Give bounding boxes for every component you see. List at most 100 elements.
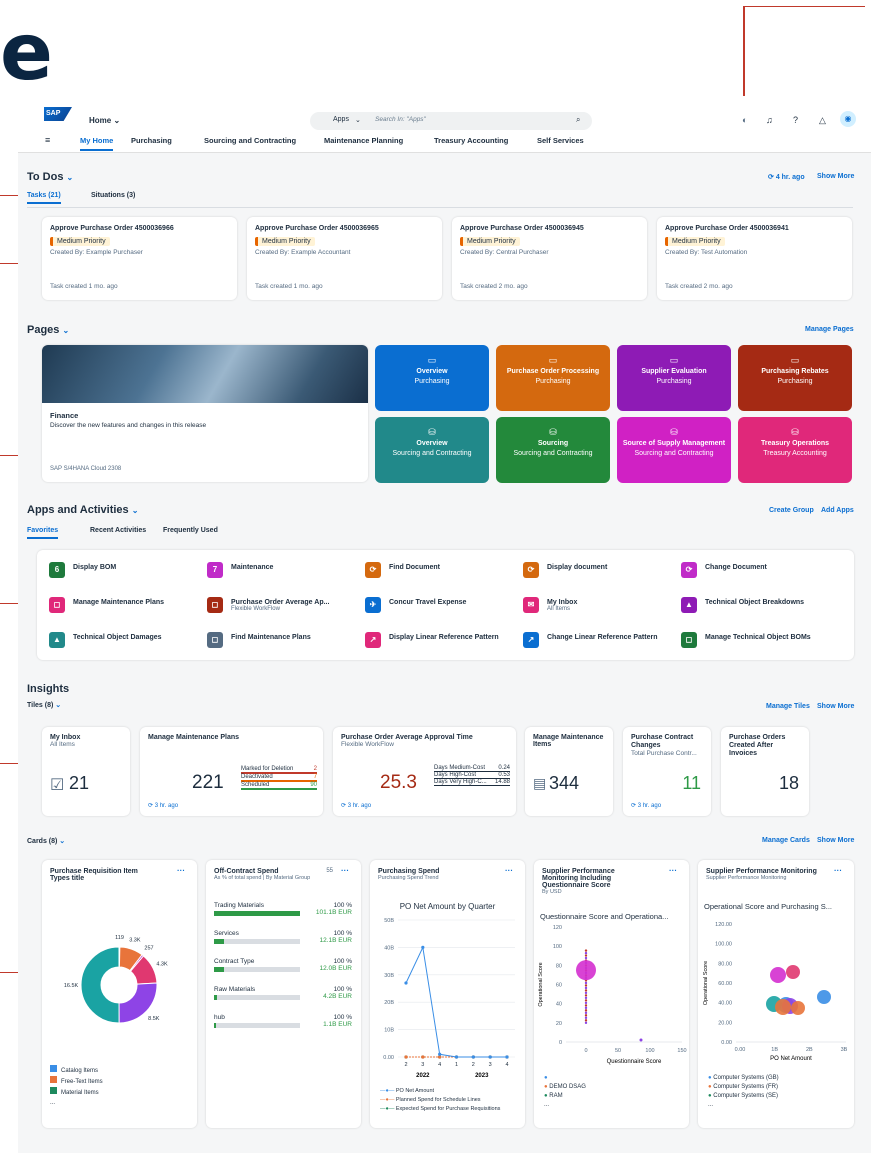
tiles-label[interactable]: Tiles (8) ⌄ <box>27 701 61 709</box>
more-icon[interactable]: ··· <box>834 866 842 875</box>
data-point[interactable] <box>505 1055 509 1059</box>
data-point[interactable] <box>584 951 588 955</box>
tile-contract-changes[interactable]: Purchase Contract Changes Total Purchase… <box>623 727 711 816</box>
page-tile[interactable]: ⛁ Sourcing Sourcing and Contracting <box>496 417 610 483</box>
data-point[interactable] <box>584 956 588 960</box>
data-point[interactable] <box>438 1052 442 1056</box>
app-item[interactable]: ▲ Technical Object Breakdowns <box>681 597 831 613</box>
data-point[interactable] <box>584 1004 588 1007</box>
data-point[interactable] <box>584 1011 588 1015</box>
card-supplier-performance-questionnaire[interactable]: Supplier Performance Monitoring Includin… <box>534 860 689 1128</box>
more-icon[interactable]: ··· <box>505 866 513 875</box>
tile-maintenance-items[interactable]: Manage Maintenance Items ▤ 344 <box>525 727 613 816</box>
card-off-contract-spend[interactable]: Off-Contract Spend As % of total spend |… <box>206 860 361 1128</box>
data-point[interactable] <box>421 1055 425 1059</box>
search-bar[interactable]: Apps ⌄ Search In: "Apps" ⌕ <box>310 112 592 130</box>
data-point[interactable] <box>584 996 588 1000</box>
data-point[interactable] <box>471 1055 475 1059</box>
todos-show-more[interactable]: Show More <box>817 173 854 180</box>
data-point[interactable] <box>584 1016 588 1020</box>
page-tile[interactable]: ▭ Purchase Order Processing Purchasing <box>496 345 610 411</box>
search-icon[interactable]: ⌕ <box>576 115 580 125</box>
nav-self-services[interactable]: Self Services <box>537 136 584 145</box>
add-apps-link[interactable]: Add Apps <box>821 507 854 514</box>
notification-icon[interactable]: △ <box>819 115 826 126</box>
todos-refresh[interactable]: ⟳ 4 hr. ago <box>768 173 805 181</box>
nav-sourcing[interactable]: Sourcing and Contracting <box>204 136 296 145</box>
menu-icon[interactable]: ≡ <box>45 135 50 145</box>
data-point[interactable] <box>584 954 588 957</box>
data-point[interactable] <box>584 1014 588 1017</box>
data-point[interactable] <box>584 994 588 997</box>
app-item[interactable]: ◻ Find Maintenance Plans <box>207 632 357 648</box>
app-item[interactable]: ▲ Technical Object Damages <box>49 632 199 648</box>
data-point[interactable] <box>576 960 596 981</box>
cards-show-more[interactable]: Show More <box>817 837 854 844</box>
manage-pages-link[interactable]: Manage Pages <box>805 326 854 333</box>
bubble[interactable] <box>791 1001 805 1015</box>
more-icon[interactable]: ··· <box>341 866 349 875</box>
tab-recent[interactable]: Recent Activities <box>90 527 146 534</box>
data-point[interactable] <box>454 1055 459 1059</box>
data-point[interactable] <box>404 1055 408 1059</box>
data-point[interactable] <box>584 986 588 990</box>
data-point[interactable] <box>584 991 588 995</box>
help-icon[interactable]: ? <box>793 115 798 125</box>
app-item[interactable]: ✉ My Inbox All Items <box>523 597 673 613</box>
nav-treasury[interactable]: Treasury Accounting <box>434 136 508 145</box>
app-item[interactable]: ◻ Manage Technical Object BOMs <box>681 632 831 648</box>
nav-maintenance[interactable]: Maintenance Planning <box>324 136 403 145</box>
app-item[interactable]: 7 Maintenance <box>207 562 357 578</box>
app-item[interactable]: ⟳ Find Document <box>365 562 515 578</box>
task-card[interactable]: Approve Purchase Order 4500036945 Medium … <box>452 217 647 300</box>
manage-tiles-link[interactable]: Manage Tiles <box>766 703 810 710</box>
create-group-link[interactable]: Create Group <box>769 507 814 514</box>
tiles-show-more[interactable]: Show More <box>817 703 854 710</box>
search-input[interactable]: Search In: "Apps" <box>375 116 426 123</box>
home-menu[interactable]: Home ⌄ <box>89 116 120 125</box>
data-point[interactable] <box>584 1009 588 1012</box>
page-tile[interactable]: ▭ Purchasing Rebates Purchasing <box>738 345 852 411</box>
data-point[interactable] <box>584 981 588 985</box>
data-point[interactable] <box>404 981 408 985</box>
task-card[interactable]: Approve Purchase Order 4500036941 Medium … <box>657 217 852 300</box>
more-icon[interactable]: ··· <box>177 866 185 875</box>
avatar[interactable]: ◉ <box>840 111 856 127</box>
tile-po-approval-time[interactable]: Purchase Order Average Approval Time Fle… <box>333 727 516 816</box>
nav-purchasing[interactable]: Purchasing <box>131 136 172 145</box>
page-tile[interactable]: ⛁ Overview Sourcing and Contracting <box>375 417 489 483</box>
data-point[interactable] <box>421 945 425 949</box>
data-point[interactable] <box>488 1055 492 1059</box>
data-point[interactable] <box>438 1055 442 1059</box>
app-item[interactable]: ↗ Change Linear Reference Pattern <box>523 632 673 648</box>
app-item[interactable]: ⟳ Change Document <box>681 562 831 578</box>
donut-slice[interactable] <box>80 946 120 1024</box>
cards-label[interactable]: Cards (8) ⌄ <box>27 837 65 845</box>
tile-manage-maintenance-plans[interactable]: Manage Maintenance Plans 221 Marked for … <box>140 727 323 816</box>
manage-cards-link[interactable]: Manage Cards <box>762 837 810 844</box>
page-tile[interactable]: ▭ Supplier Evaluation Purchasing <box>617 345 731 411</box>
bubble[interactable] <box>770 967 786 983</box>
app-item[interactable]: ⟳ Display document <box>523 562 673 578</box>
app-item[interactable]: 6 Display BOM <box>49 562 199 578</box>
bubble[interactable] <box>817 990 831 1004</box>
app-item[interactable]: ◻ Manage Maintenance Plans <box>49 597 199 613</box>
tile-my-inbox[interactable]: My Inbox All Items ☑ 21 <box>42 727 130 816</box>
bubble[interactable] <box>775 999 791 1015</box>
tab-frequent[interactable]: Frequently Used <box>163 527 218 534</box>
task-card[interactable]: Approve Purchase Order 4500036966 Medium … <box>42 217 237 300</box>
tile-po-after-invoices[interactable]: Purchase Orders Created After Invoices 1… <box>721 727 809 816</box>
data-point[interactable] <box>584 1006 588 1010</box>
data-point[interactable] <box>584 1019 588 1022</box>
nav-my-home[interactable]: My Home <box>80 136 114 151</box>
data-point[interactable] <box>584 1021 588 1025</box>
data-point[interactable] <box>584 1001 588 1005</box>
task-card[interactable]: Approve Purchase Order 4500036965 Medium … <box>247 217 442 300</box>
data-point[interactable] <box>639 1038 643 1042</box>
search-scope-chevron-icon[interactable]: ⌄ <box>355 116 361 124</box>
data-point[interactable] <box>584 989 588 992</box>
tab-favorites[interactable]: Favorites <box>27 527 59 539</box>
data-point[interactable] <box>584 949 588 952</box>
app-item[interactable]: ◻ Purchase Order Average Ap... Flexible Wo… <box>207 597 357 613</box>
hero-card-finance[interactable]: Finance Discover the new features and ch… <box>42 345 368 482</box>
